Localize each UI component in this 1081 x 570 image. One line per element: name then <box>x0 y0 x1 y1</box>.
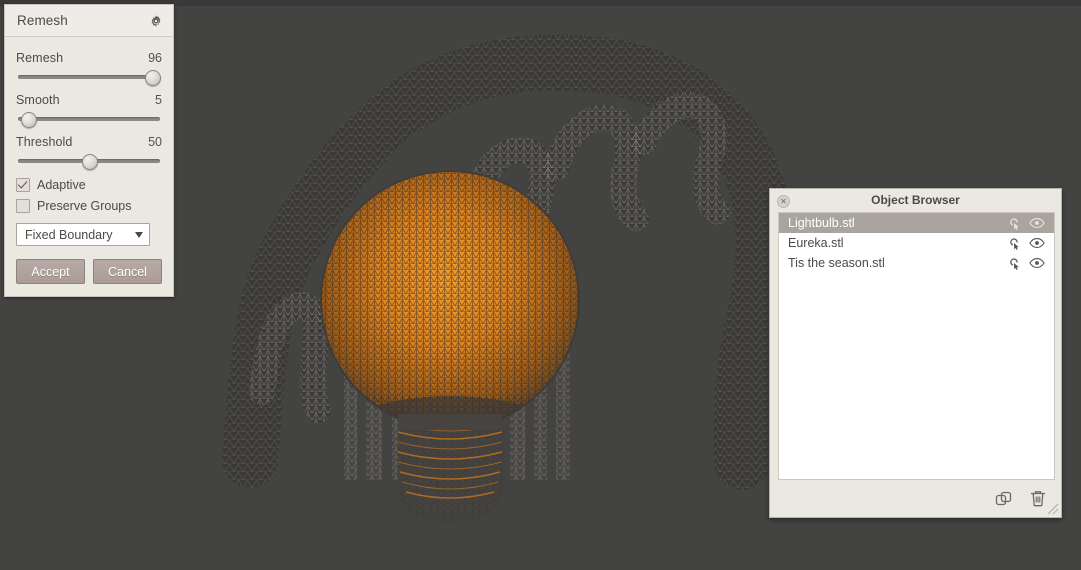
accept-button[interactable]: Accept <box>16 259 85 284</box>
threshold-slider[interactable] <box>16 151 162 171</box>
object-browser-panel: ✕ Object Browser Lightbulb.stl Eureka.st… <box>769 188 1062 518</box>
param-threshold-row: Threshold 50 <box>16 135 162 149</box>
smooth-slider-track <box>18 117 160 121</box>
boundary-mode-value: Fixed Boundary <box>25 227 113 242</box>
param-threshold-value: 50 <box>148 135 162 149</box>
param-smooth-label: Smooth <box>16 93 60 107</box>
boundary-mode-select[interactable]: Fixed Boundary <box>16 223 150 246</box>
list-item[interactable]: Lightbulb.stl <box>779 213 1054 233</box>
param-remesh-row: Remesh 96 <box>16 51 162 65</box>
object-name: Tis the season.stl <box>788 256 885 270</box>
tool-panel-header: Remesh <box>5 5 173 37</box>
param-remesh-value: 96 <box>148 51 162 65</box>
threshold-slider-thumb[interactable] <box>82 154 98 170</box>
cancel-button[interactable]: Cancel <box>93 259 162 284</box>
trash-icon[interactable] <box>1029 489 1047 508</box>
remesh-slider[interactable] <box>16 67 162 87</box>
checkbox-adaptive-label: Adaptive <box>37 178 86 192</box>
close-icon[interactable]: ✕ <box>777 195 790 208</box>
checkbox-preserve-groups-label: Preserve Groups <box>37 199 132 213</box>
param-smooth-row: Smooth 5 <box>16 93 162 107</box>
list-item[interactable]: Tis the season.stl <box>779 253 1054 273</box>
checkbox-adaptive[interactable]: Adaptive <box>16 178 162 192</box>
smooth-slider-thumb[interactable] <box>20 112 37 128</box>
eye-icon[interactable] <box>1026 257 1048 269</box>
grab-hand-icon[interactable] <box>1004 216 1026 231</box>
param-remesh-label: Remesh <box>16 51 64 65</box>
remesh-tool-panel: Remesh Remesh 96 Smooth 5 Threshold 50 A… <box>4 4 174 297</box>
remesh-slider-thumb[interactable] <box>144 70 161 86</box>
page-title: Remesh <box>17 13 68 28</box>
resize-grip-icon[interactable] <box>1046 502 1059 515</box>
param-threshold-label: Threshold <box>16 135 73 149</box>
chevron-down-icon <box>135 231 143 238</box>
gear-icon[interactable] <box>149 14 163 28</box>
object-list[interactable]: Lightbulb.stl Eureka.stl Tis the season.… <box>778 212 1055 480</box>
object-browser-title: Object Browser <box>871 193 960 207</box>
duplicate-icon[interactable] <box>995 490 1013 508</box>
param-smooth-value: 5 <box>155 93 162 107</box>
grab-hand-icon[interactable] <box>1004 256 1026 271</box>
eye-icon[interactable] <box>1026 217 1048 229</box>
checkbox-preserve-groups-box[interactable] <box>16 199 30 213</box>
tool-panel-buttons: Accept Cancel <box>16 259 162 284</box>
grab-hand-icon[interactable] <box>1004 236 1026 251</box>
tool-panel-body: Remesh 96 Smooth 5 Threshold 50 Adaptive… <box>5 37 173 296</box>
object-name: Eureka.stl <box>788 236 844 250</box>
object-browser-footer <box>770 480 1061 517</box>
object-name: Lightbulb.stl <box>788 216 855 230</box>
eye-icon[interactable] <box>1026 237 1048 249</box>
checkbox-preserve-groups[interactable]: Preserve Groups <box>16 199 162 213</box>
remesh-slider-track <box>18 75 160 79</box>
smooth-slider[interactable] <box>16 109 162 129</box>
object-browser-header: ✕ Object Browser <box>770 189 1061 211</box>
list-item[interactable]: Eureka.stl <box>779 233 1054 253</box>
checkbox-adaptive-box[interactable] <box>16 178 30 192</box>
